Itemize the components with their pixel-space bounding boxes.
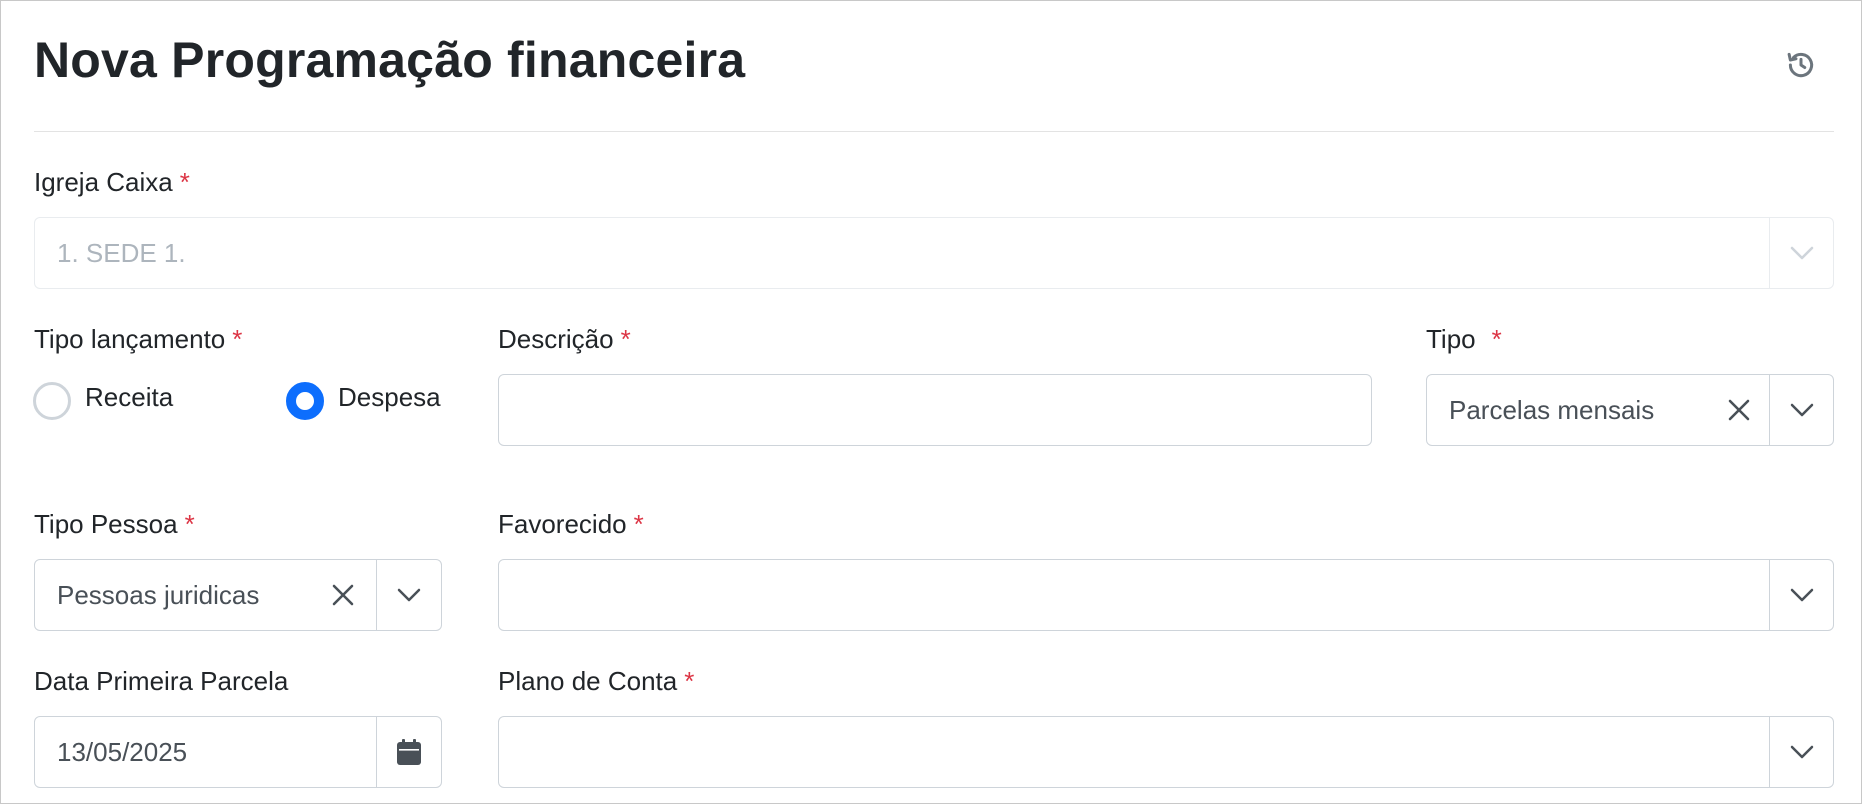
tipo-pessoa-clear-button[interactable] xyxy=(321,560,365,630)
tipo-lancamento-label: Tipo lançamento * xyxy=(34,324,243,354)
page-title: Nova Programação financeira xyxy=(34,32,746,88)
tipo-clear-button[interactable] xyxy=(1717,375,1761,445)
igreja-caixa-dropdown-button xyxy=(1770,218,1834,288)
plano-de-conta-dropdown-button[interactable] xyxy=(1770,717,1834,787)
close-icon xyxy=(332,584,354,606)
descricao-input[interactable] xyxy=(499,375,1371,445)
favorecido-label: Favorecido * xyxy=(498,509,644,539)
required-mark: * xyxy=(179,167,190,197)
required-mark: * xyxy=(633,509,644,539)
chevron-down-icon xyxy=(1790,745,1814,759)
required-mark: * xyxy=(232,324,243,354)
tipo-label: Tipo * xyxy=(1426,324,1502,354)
radio-circle-selected[interactable] xyxy=(286,382,324,420)
favorecido-dropdown-button[interactable] xyxy=(1770,560,1834,630)
tipo-pessoa-value: Pessoas juridicas xyxy=(57,580,260,610)
tipo-select[interactable]: Parcelas mensais xyxy=(1426,374,1834,446)
igreja-caixa-select: 1. SEDE 1. xyxy=(34,217,1834,289)
chevron-down-icon xyxy=(1790,246,1814,260)
radio-circle[interactable] xyxy=(33,382,71,420)
history-icon xyxy=(1787,52,1814,78)
required-mark: * xyxy=(1491,324,1502,354)
radio-receita[interactable]: Receita xyxy=(33,382,173,420)
chevron-down-icon xyxy=(1790,588,1814,602)
close-icon xyxy=(1728,399,1750,421)
required-mark: * xyxy=(620,324,631,354)
tipo-pessoa-dropdown-button[interactable] xyxy=(377,560,441,630)
igreja-caixa-value: 1. SEDE 1. xyxy=(57,238,186,268)
required-mark: * xyxy=(684,666,695,696)
form-panel: Nova Programação financeira Igreja Caixa… xyxy=(0,0,1862,804)
igreja-caixa-label: Igreja Caixa * xyxy=(34,167,190,197)
calendar-button[interactable] xyxy=(377,717,441,787)
tipo-pessoa-label: Tipo Pessoa * xyxy=(34,509,195,539)
header-divider xyxy=(34,131,1834,132)
calendar-icon xyxy=(397,739,421,765)
plano-de-conta-label: Plano de Conta * xyxy=(498,666,695,696)
tipo-pessoa-select[interactable]: Pessoas juridicas xyxy=(34,559,442,631)
tipo-dropdown-button[interactable] xyxy=(1770,375,1834,445)
plano-de-conta-select[interactable] xyxy=(498,716,1834,788)
history-button[interactable] xyxy=(1783,47,1819,83)
data-primeira-parcela-value[interactable]: 13/05/2025 xyxy=(57,717,187,787)
descricao-label: Descrição * xyxy=(498,324,631,354)
data-primeira-parcela-field[interactable]: 13/05/2025 xyxy=(34,716,442,788)
tipo-value: Parcelas mensais xyxy=(1449,395,1655,425)
favorecido-select[interactable] xyxy=(498,559,1834,631)
radio-receita-label: Receita xyxy=(85,381,174,412)
radio-despesa-label: Despesa xyxy=(338,381,441,412)
radio-despesa[interactable]: Despesa xyxy=(286,382,441,420)
required-mark: * xyxy=(184,509,195,539)
data-primeira-parcela-label: Data Primeira Parcela xyxy=(34,666,289,696)
chevron-down-icon xyxy=(397,588,421,602)
descricao-field[interactable] xyxy=(498,374,1372,446)
chevron-down-icon xyxy=(1790,403,1814,417)
